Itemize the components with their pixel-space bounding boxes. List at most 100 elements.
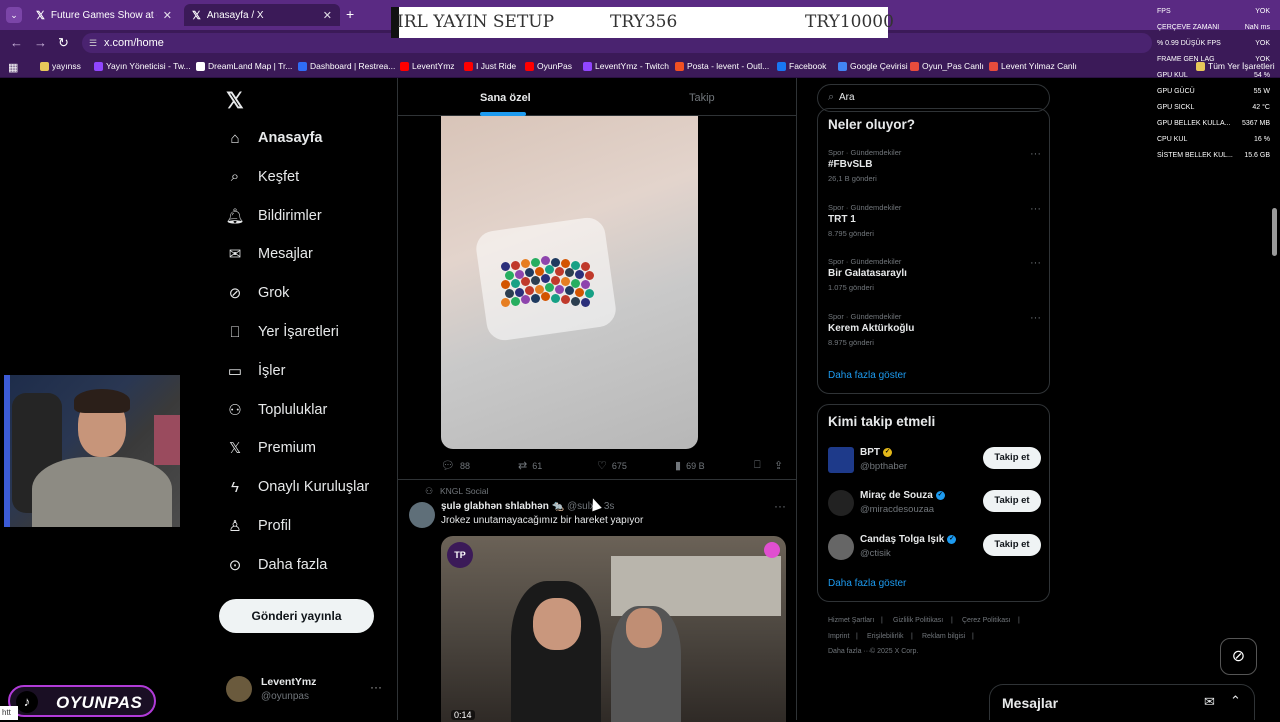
follow-button[interactable]: Takip et [983,447,1041,469]
bead [561,259,570,268]
bookmark-button[interactable]: ⎕ [754,459,761,472]
nav-item-6[interactable]: ▭ İşler [226,359,286,383]
back-icon[interactable]: ← [10,35,23,50]
suggestion-name-row[interactable]: Candaş Tolga Işık ✓ [860,534,957,545]
bookmark-item[interactable]: Oyun_Pas Canlı [910,61,984,71]
nav-item-8[interactable]: 𝕏 Premium [226,436,316,460]
tab-for-you[interactable]: Sana özel [480,92,531,104]
compose-message-icon[interactable]: ✉ [1204,694,1215,710]
trends-show-more-link[interactable]: Daha fazla göster [828,370,906,381]
bead [565,286,574,295]
who-to-follow-title: Kimi takip etmeli [828,414,936,429]
nav-item-4[interactable]: ⊘ Grok [226,281,290,305]
trend-item[interactable]: Spor · Gündemdekiler TRT 1 8.795 gönderi ··… [828,203,1041,251]
avatar[interactable] [828,447,854,473]
trend-post-count: 1.075 gönderi [828,283,874,293]
bookmark-item[interactable]: LeventYmz - Twitch [583,61,669,71]
messages-drawer[interactable]: Mesajlar ✉ ⌃ [989,684,1255,720]
nav-item-1[interactable]: ⌕ Keşfet [226,165,299,189]
follow-suggestion[interactable]: Candaş Tolga Işık ✓ @ctisik Takip et [828,532,1041,566]
more-icon[interactable]: ··· [1030,312,1041,324]
bookmark-item[interactable]: Dashboard | Restrea... [298,61,395,71]
follow-button[interactable]: Takip et [983,490,1041,513]
nav-item-7[interactable]: ⚇ Topluluklar [226,398,327,422]
footer-link[interactable]: Hizmet Şartları [828,617,874,624]
site-info-icon[interactable]: ☰ [89,33,97,53]
footer-link[interactable]: Reklam bilgisi [922,633,965,640]
share-button[interactable]: ⇪ [774,459,783,472]
grok-button[interactable]: ⊘ [1220,638,1257,675]
tweet[interactable]: ⚇ KNGL Social şulə glabhən shlabhən 🐀 @s… [398,479,797,722]
nav-item-9[interactable]: ϟ Onaylı Kuruluşlar [226,475,369,499]
close-icon[interactable]: ✕ [323,9,332,22]
nav-item-10[interactable]: ♙ Profil [226,514,291,538]
post-button[interactable]: Gönderi yayınla [219,599,374,633]
follow-suggestion[interactable]: BPT ✓ @bpthaber Takip et [828,445,1041,479]
footer-link[interactable]: Gizlilik Politikası [893,617,943,624]
nav-item-11[interactable]: ⊙ Daha fazla [226,553,328,577]
browser-tab-1[interactable]: 𝕏 Future Games Show at gamesc ✕ [28,4,180,26]
more-icon[interactable]: ··· [1030,148,1041,160]
footer-link[interactable]: Imprint [828,633,849,640]
tab-list-button[interactable]: ⌄ [6,7,22,23]
trend-title: #FBvSLB [828,159,873,170]
bookmark-item[interactable]: Google Çevirisi [838,61,908,71]
browser-tab-2[interactable]: 𝕏 Anasayfa / X ✕ [184,4,340,26]
close-icon[interactable]: ✕ [163,9,172,22]
avatar[interactable] [828,490,854,517]
nav-item-2[interactable]: 🔔︎ Bildirimler [225,204,321,228]
tweet-image[interactable] [441,116,698,449]
repost-button[interactable]: ⇄ 61 [518,459,542,472]
trend-item[interactable]: Spor · Gündemdekiler Kerem Aktürkoğlu 8.97… [828,312,1041,360]
expand-icon[interactable]: ⌃ [1230,693,1241,709]
bookmark-item[interactable]: Posta - levent - Outl... [675,61,769,71]
suggestion-name-row[interactable]: Miraç de Souza ✓ [860,490,945,501]
footer-link[interactable]: Çerez Politikası [962,617,1011,624]
trend-item[interactable]: Spor · Gündemdekiler Bir Galatasaraylı 1.0… [828,257,1041,305]
page-scrollbar[interactable] [1272,208,1277,256]
bead [521,277,530,286]
reply-button[interactable]: 💬︎ 88 [441,459,470,472]
more-icon[interactable]: ··· [1030,257,1041,269]
mail-icon: ✉ [228,246,242,264]
nav-item-3[interactable]: ✉ Mesajlar [226,242,313,266]
nav-item-5[interactable]: ⎕ Yer İşaretleri [226,320,338,344]
x-logo-icon[interactable]: 𝕏 [226,88,244,114]
bookmark-item[interactable]: I Just Ride [464,61,516,71]
tab-following[interactable]: Takip [689,92,715,104]
like-button[interactable]: ♡ 675 [597,459,627,472]
views-button[interactable]: ▮ 69 B [675,459,705,472]
more-icon[interactable]: ··· [774,499,786,513]
bookmark-item[interactable]: Facebook [777,61,826,71]
footer-link[interactable]: Erişilebilirlik [867,633,904,640]
bookmark-item[interactable]: DreamLand Map | Tr... [196,61,292,71]
bookmark-item[interactable]: LeventYmz [400,61,455,71]
more-icon[interactable]: ··· [370,680,382,694]
social-context[interactable]: KNGL Social [440,486,488,496]
more-icon[interactable]: ··· [1030,203,1041,215]
footer-link[interactable]: © 2025 X Corp. [870,648,918,655]
bookmark-item[interactable]: OyunPas [525,61,572,71]
forward-icon[interactable]: → [34,35,47,50]
footer-link[interactable]: Daha fazla ··· [828,648,870,655]
follow-suggestion[interactable]: Miraç de Souza ✓ @miracdesouzaa Takip et [828,488,1041,522]
tweet-video[interactable]: TP 0:14 [441,536,786,722]
suggestion-handle: @bpthaber [860,461,908,472]
follow-button[interactable]: Takip et [983,533,1041,556]
account-switcher[interactable]: LeventYmz @oyunpas ··· [226,674,386,706]
new-tab-icon[interactable]: + [346,6,354,22]
bookmark-item[interactable]: yayınss [40,61,81,71]
tweet-author-name[interactable]: şulə glabhən shlabhən 🐀 [441,501,564,512]
trend-item[interactable]: Spor · Gündemdekiler #FBvSLB 26,1 B gönder… [828,148,1041,196]
bookmark-item[interactable]: Levent Yılmaz Canlı [989,61,1077,71]
follow-show-more-link[interactable]: Daha fazla göster [828,578,906,589]
suggestion-name-row[interactable]: BPT ✓ [860,447,892,458]
nav-item-0[interactable]: ⌂ Anasayfa [226,126,322,150]
avatar[interactable] [828,533,854,560]
bookmark-item[interactable]: Yayın Yöneticisi - Tw... [94,61,191,71]
avatar[interactable] [409,502,435,528]
reload-icon[interactable]: ↻ [58,35,69,51]
nav-label: Keşfet [258,168,300,185]
chart-icon: ▮ [675,460,682,472]
apps-grid-icon[interactable]: ▦ [8,61,18,74]
